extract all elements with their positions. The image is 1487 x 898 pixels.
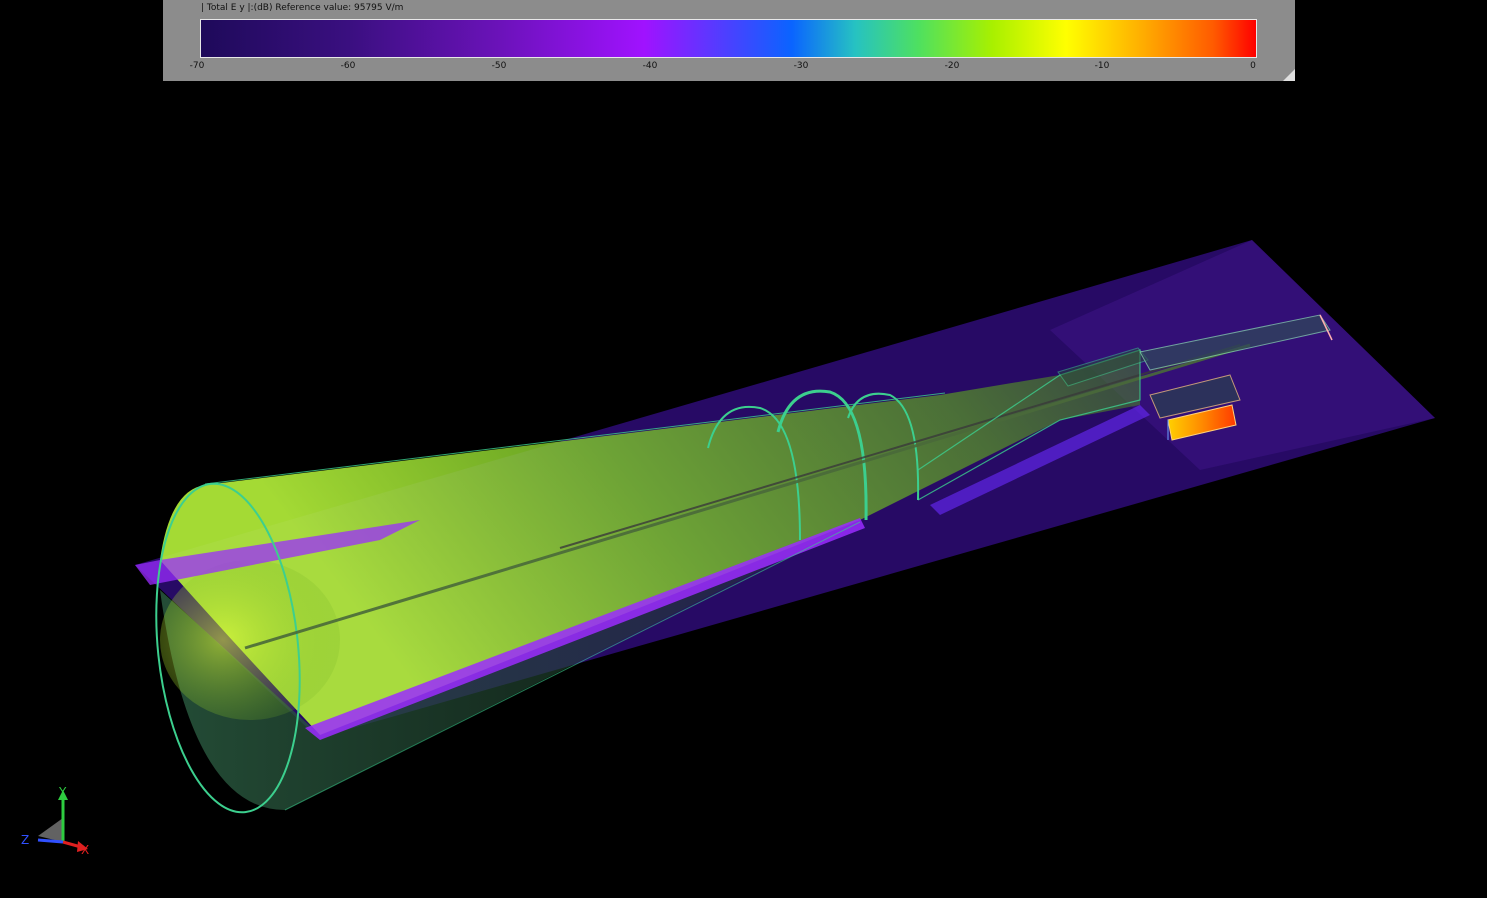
resize-grip-icon[interactable] <box>1283 69 1295 81</box>
colorbar-tick: -70 <box>189 61 205 71</box>
colorbar-tick: -40 <box>642 61 658 71</box>
colorbar-panel: | Total E y |:(dB) Reference value: 9579… <box>163 0 1295 81</box>
colorbar-tick: -20 <box>944 61 960 71</box>
axis-z-label: Z <box>21 833 29 847</box>
colorbar-tick: -10 <box>1094 61 1110 71</box>
colorbar-gradient <box>200 19 1257 58</box>
horn-mouth-glow <box>160 560 340 720</box>
axis-x-label: X <box>81 843 89 857</box>
colorbar-tick: 0 <box>1250 61 1256 71</box>
colorbar-title: | Total E y |:(dB) Reference value: 9579… <box>201 3 404 13</box>
field-plot-scene[interactable] <box>0 0 1487 898</box>
colorbar-tick: -60 <box>340 61 356 71</box>
colorbar-tick: -50 <box>491 61 507 71</box>
axis-y-label: Y <box>58 785 67 799</box>
axes-triad-icon: Y X Z <box>21 785 89 857</box>
colorbar-tick: -30 <box>793 61 809 71</box>
